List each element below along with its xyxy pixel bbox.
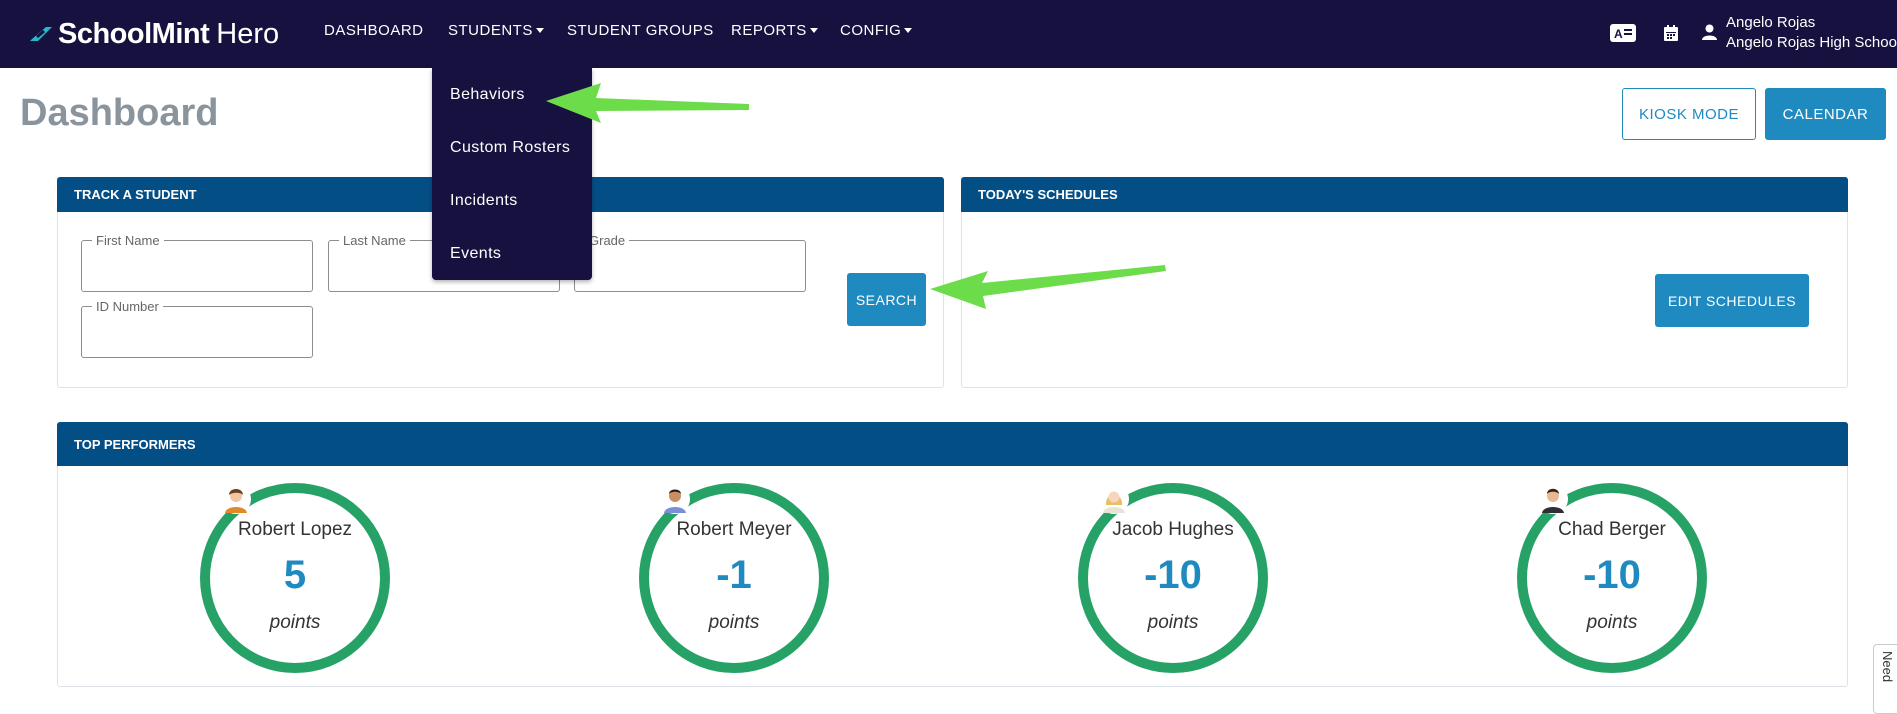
help-tab[interactable]: Need — [1873, 644, 1897, 714]
annotation-arrows — [546, 83, 1166, 309]
help-tab-label: Need — [1880, 651, 1895, 683]
annotation-arrow-behaviors — [546, 83, 749, 123]
annotation-arrow-search — [930, 265, 1166, 309]
